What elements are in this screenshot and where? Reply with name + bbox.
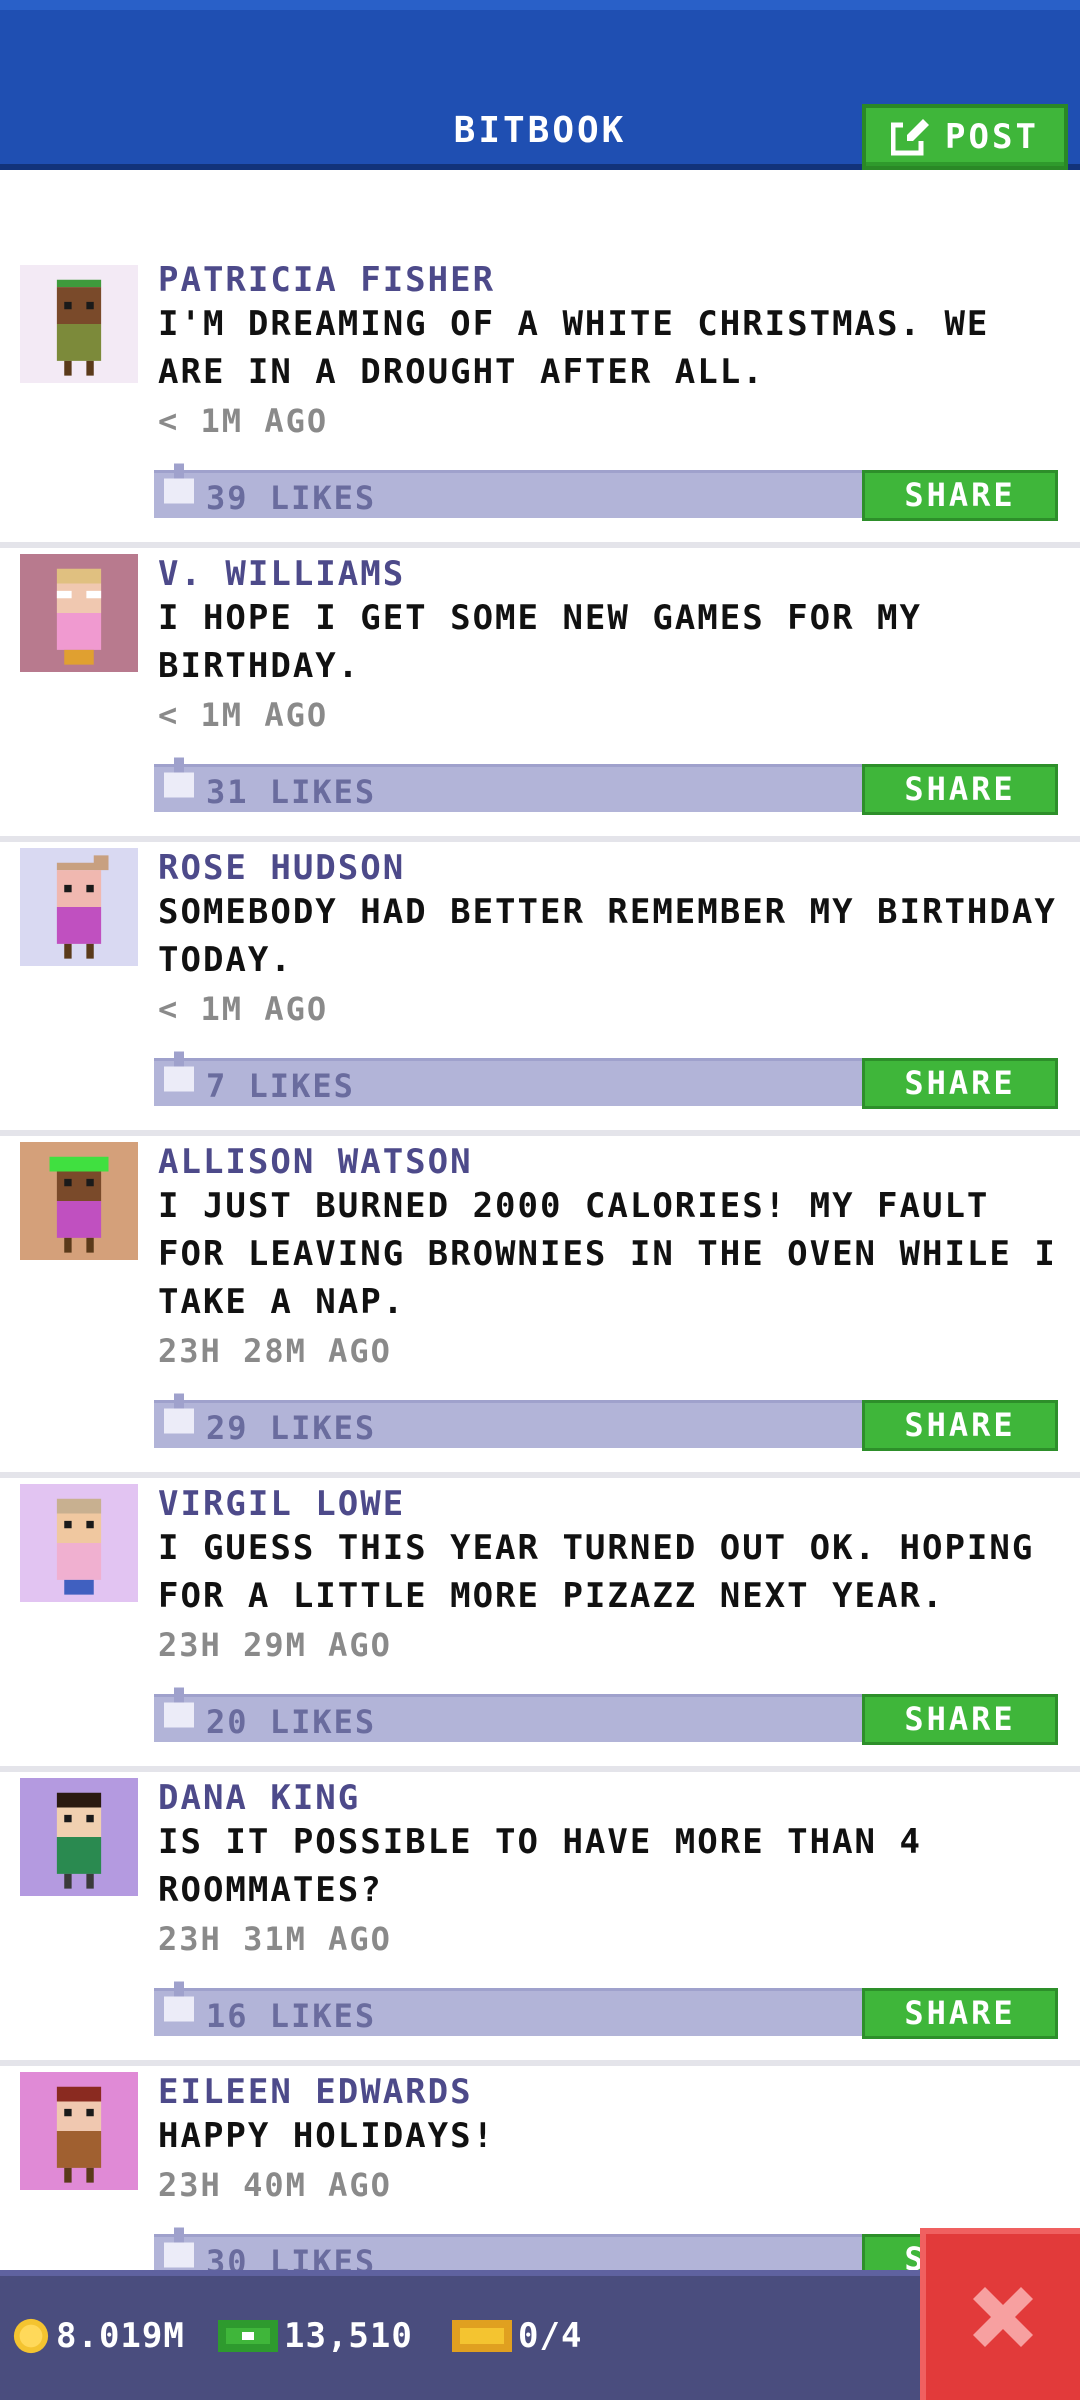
avatar-person-icon — [20, 848, 138, 966]
feed-post: DANA KING IS IT POSSIBLE TO HAVE MORE TH… — [0, 1778, 1080, 2066]
avatar-person-icon — [20, 1484, 138, 1602]
post-timestamp: 23H 29M AGO — [158, 1626, 392, 1664]
post-author[interactable]: ALLISON WATSON — [158, 1142, 473, 1182]
post-message: I'M DREAMING OF A WHITE CHRISTMAS. WE AR… — [158, 304, 990, 392]
share-button[interactable]: SHARE — [862, 1988, 1058, 2039]
post-button-label: POST — [945, 117, 1039, 157]
post-message: I JUST BURNED 2000 CALORIES! MY FAULT FO… — [158, 1186, 1057, 1322]
tickets-display[interactable]: 0/4 — [452, 2316, 582, 2356]
feed-post: VIRGIL LOWE I GUESS THIS YEAR TURNED OUT… — [0, 1484, 1080, 1772]
thumbs-up-icon — [164, 2227, 194, 2268]
coins-display[interactable]: 8.019M — [12, 2316, 185, 2356]
likes-count: 39 LIKES — [206, 479, 377, 517]
bux-count: 13,510 — [284, 2316, 413, 2356]
post-author[interactable]: V. WILLIAMS — [158, 554, 405, 594]
post-author[interactable]: VIRGIL LOWE — [158, 1484, 405, 1524]
tickets-count: 0/4 — [518, 2316, 583, 2356]
feed-post: ALLISON WATSON I JUST BURNED 2000 CALORI… — [0, 1142, 1080, 1478]
likes-count: 7 LIKES — [206, 1067, 355, 1105]
post-message: SOMEBODY HAD BETTER REMEMBER MY BIRTHDAY… — [158, 892, 1057, 980]
avatar[interactable] — [20, 848, 138, 966]
likes-bar: 31 LIKES SHARE — [154, 757, 1058, 815]
feed-post: PATRICIA FISHER I'M DREAMING OF A WHITE … — [0, 260, 1080, 548]
share-button[interactable]: SHARE — [862, 1400, 1058, 1451]
bottom-status-bar: 8.019M 13,510 0/4 — [0, 2270, 1080, 2400]
app-header: BITBOOK POST — [0, 0, 1080, 170]
thumbs-up-icon — [164, 1051, 194, 1092]
edit-icon — [891, 119, 930, 156]
post-button[interactable]: POST — [862, 104, 1068, 170]
post-timestamp: < 1M AGO — [158, 402, 329, 440]
likes-bar: 39 LIKES SHARE — [154, 463, 1058, 521]
avatar[interactable] — [20, 265, 138, 383]
post-timestamp: < 1M AGO — [158, 696, 329, 734]
post-message: I GUESS THIS YEAR TURNED OUT OK. HOPING … — [158, 1528, 1035, 1616]
likes-count: 31 LIKES — [206, 773, 377, 811]
post-timestamp: 23H 31M AGO — [158, 1920, 392, 1958]
close-button[interactable] — [920, 2228, 1080, 2400]
bux-icon — [218, 2320, 278, 2352]
news-feed[interactable]: PATRICIA FISHER I'M DREAMING OF A WHITE … — [0, 170, 1080, 2270]
avatar[interactable] — [20, 554, 138, 672]
share-button[interactable]: SHARE — [862, 1058, 1058, 1109]
post-timestamp: 23H 40M AGO — [158, 2166, 392, 2204]
post-author[interactable]: PATRICIA FISHER — [158, 260, 495, 300]
likes-bar: 29 LIKES SHARE — [154, 1393, 1058, 1451]
likes-bar: 16 LIKES SHARE — [154, 1981, 1058, 2039]
avatar-person-icon — [20, 265, 138, 383]
coins-count: 8.019M — [56, 2316, 185, 2356]
thumbs-up-icon — [164, 1393, 194, 1434]
avatar[interactable] — [20, 1778, 138, 1896]
feed-post: V. WILLIAMS I HOPE I GET SOME NEW GAMES … — [0, 554, 1080, 842]
avatar[interactable] — [20, 1142, 138, 1260]
close-icon — [973, 2287, 1033, 2347]
avatar-person-icon — [20, 2072, 138, 2190]
share-button[interactable]: SHARE — [862, 1694, 1058, 1745]
coin-icon — [13, 2318, 49, 2354]
post-message: HAPPY HOLIDAYS! — [158, 2116, 496, 2156]
post-message: IS IT POSSIBLE TO HAVE MORE THAN 4 ROOMM… — [158, 1822, 922, 1910]
likes-count: 30 LIKES — [206, 2243, 377, 2270]
bux-display[interactable]: 13,510 — [218, 2316, 413, 2356]
post-author[interactable]: DANA KING — [158, 1778, 360, 1818]
avatar[interactable] — [20, 2072, 138, 2190]
avatar-person-icon — [20, 554, 138, 672]
post-author[interactable]: EILEEN EDWARDS — [158, 2072, 473, 2112]
share-button[interactable]: SHARE — [862, 764, 1058, 815]
thumbs-up-icon — [164, 1687, 194, 1728]
avatar-person-icon — [20, 1778, 138, 1896]
post-message: I HOPE I GET SOME NEW GAMES FOR MY BIRTH… — [158, 598, 922, 686]
likes-count: 16 LIKES — [206, 1997, 377, 2035]
share-button[interactable]: SHARE — [862, 470, 1058, 521]
post-author[interactable]: ROSE HUDSON — [158, 848, 405, 888]
likes-count: 29 LIKES — [206, 1409, 377, 1447]
likes-bar: 20 LIKES SHARE — [154, 1687, 1058, 1745]
feed-post: EILEEN EDWARDS HAPPY HOLIDAYS! 23H 40M A… — [0, 2072, 1080, 2270]
thumbs-up-icon — [164, 463, 194, 504]
feed-post: ROSE HUDSON SOMEBODY HAD BETTER REMEMBER… — [0, 848, 1080, 1136]
thumbs-up-icon — [164, 1981, 194, 2022]
post-timestamp: < 1M AGO — [158, 990, 329, 1028]
post-timestamp: 23H 28M AGO — [158, 1332, 392, 1370]
ticket-icon — [452, 2320, 512, 2352]
likes-bar: 7 LIKES SHARE — [154, 1051, 1058, 1109]
avatar-person-icon — [20, 1142, 138, 1260]
thumbs-up-icon — [164, 757, 194, 798]
avatar[interactable] — [20, 1484, 138, 1602]
likes-count: 20 LIKES — [206, 1703, 377, 1741]
